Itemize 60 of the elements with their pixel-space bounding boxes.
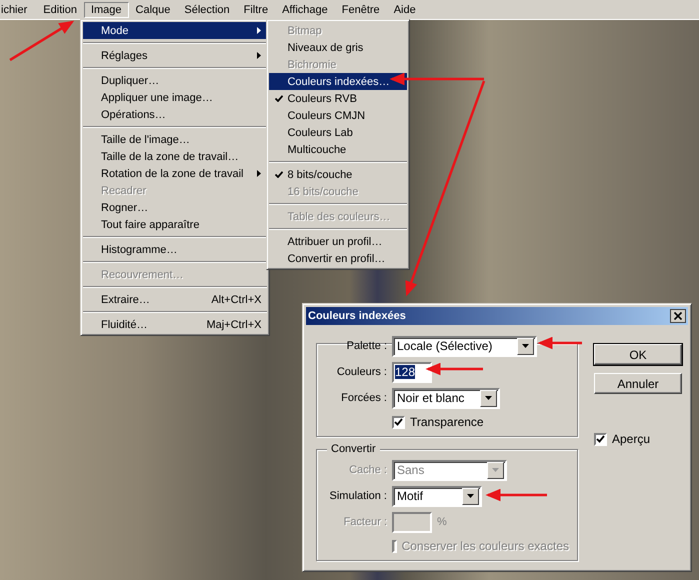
dialog-button[interactable]: Annuler [594, 373, 682, 394]
menu-item[interactable]: Tout faire apparaître [83, 216, 268, 233]
checkbox[interactable] [392, 416, 405, 428]
menu-bar-item[interactable]: Image [84, 2, 129, 18]
menu-item[interactable]: Opérations… [83, 106, 268, 123]
menu-item[interactable]: Couleurs RVB [269, 90, 408, 107]
menu-item[interactable]: Attribuer un profil… [269, 233, 408, 250]
menu-item[interactable]: Appliquer une image… [83, 89, 268, 106]
field-label: Facteur : [342, 516, 388, 528]
dialog-button[interactable]: OK [594, 344, 682, 365]
field-label: Simulation : [328, 490, 388, 502]
close-icon[interactable] [670, 309, 686, 323]
field-label: Couleurs : [336, 366, 388, 378]
menu-item[interactable]: Couleurs indexées… [269, 73, 408, 90]
dropdown-arrow-icon [492, 468, 499, 472]
checkbox-label: Aperçu [612, 432, 650, 446]
dropdown-arrow-icon [467, 494, 474, 498]
menu-bar-item[interactable]: ichier [0, 2, 34, 18]
menu-item[interactable]: Convertir en profil… [269, 250, 408, 267]
dropdown[interactable]: Locale (Sélective) [392, 336, 537, 356]
menu-bar-item[interactable]: Aide [386, 2, 423, 18]
menu-bar-item[interactable]: Filtre [236, 2, 276, 18]
menu-item[interactable]: Taille de l'image… [83, 131, 268, 148]
annotation-arrow [426, 362, 483, 376]
dropdown-arrow-icon [522, 344, 529, 348]
menu-item[interactable]: Histogramme… [83, 241, 268, 258]
menu-item[interactable]: Rotation de la zone de travail [83, 165, 268, 182]
menu-bar-item[interactable]: Fenêtre [334, 2, 387, 18]
menu-item[interactable]: Mode [83, 22, 268, 39]
checkbox-label: Conserver les couleurs exactes [402, 539, 569, 553]
menu-item[interactable]: Extraire… Alt+Ctrl+X [83, 291, 268, 308]
menu-bar-item[interactable]: Affichage [275, 2, 335, 18]
annotation-arrow [9, 20, 74, 62]
dropdown[interactable]: Noir et blanc [392, 388, 500, 408]
menu-item[interactable]: Multicouche [269, 141, 408, 158]
checkbox-label: Transparence [410, 415, 484, 429]
annotation-arrow [486, 488, 547, 502]
annotation-arrow [538, 336, 582, 350]
menu-item[interactable]: Fluidité… Maj+Ctrl+X [83, 316, 268, 333]
dialog-title: Couleurs indexées [308, 310, 406, 322]
menu-item[interactable]: Rogner… [83, 199, 268, 216]
dropdown[interactable]: Motif [392, 486, 482, 506]
field-label: Forcées : [340, 392, 388, 404]
menu-item[interactable]: Couleurs CMJN [269, 107, 408, 124]
menu-bar-item[interactable]: Calque [128, 2, 178, 18]
unit-label: % [437, 516, 447, 528]
menu-item[interactable]: Dupliquer… [83, 72, 268, 89]
checkbox[interactable] [594, 432, 607, 446]
menu-item[interactable]: Couleurs Lab [269, 124, 408, 141]
dropdown-arrow-icon [485, 396, 492, 400]
menu-item[interactable]: Réglages [83, 47, 268, 64]
menu-bar-item[interactable]: Sélection [177, 2, 237, 18]
menu-bar-item[interactable]: Edition [36, 2, 84, 18]
field-label: Cache : [348, 464, 388, 476]
field-label: Palette : [346, 340, 388, 352]
group-title: Convertir [327, 443, 380, 455]
input-field[interactable]: 128 [392, 362, 432, 382]
menu-item[interactable]: Niveaux de gris [269, 39, 408, 56]
menu-item[interactable]: Taille de la zone de travail… [83, 148, 268, 165]
menu-item[interactable]: 8 bits/couche [269, 166, 408, 183]
